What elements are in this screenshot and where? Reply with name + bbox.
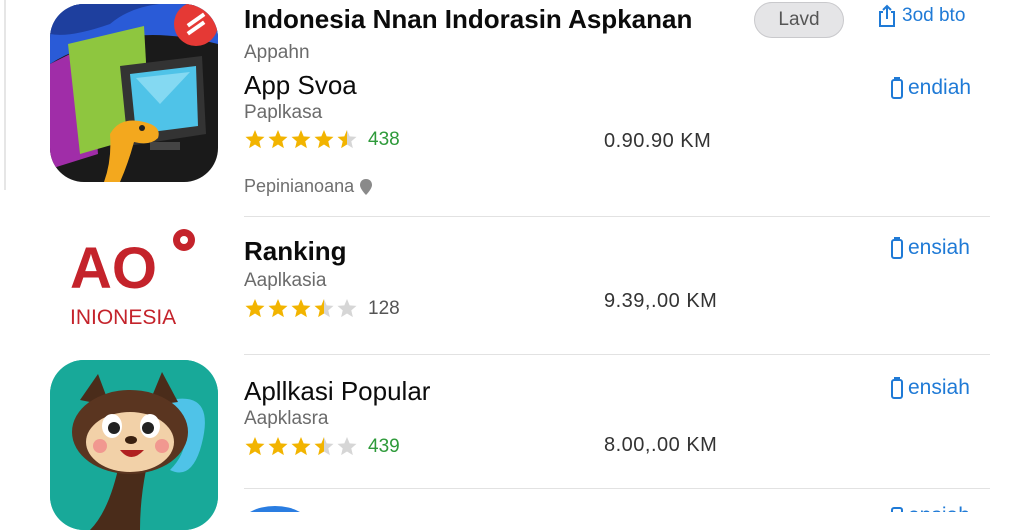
star-icon bbox=[268, 299, 288, 318]
rating-count: 128 bbox=[368, 298, 400, 319]
blue-app-icon[interactable] bbox=[240, 506, 310, 512]
get-button[interactable]: endiah bbox=[890, 76, 971, 100]
star-icon bbox=[314, 130, 334, 149]
row-divider bbox=[244, 488, 990, 489]
logo-subtext: INIONESIA bbox=[70, 306, 176, 329]
star-icon bbox=[291, 299, 311, 318]
logo-mark-text: AO bbox=[70, 236, 157, 301]
app-row-3[interactable]: Apllkasi Popular Aapklasra 439 8.00,.00 … bbox=[0, 356, 1024, 530]
rating-stars: 438 bbox=[244, 129, 400, 151]
rating-count: 439 bbox=[368, 436, 400, 457]
star-icon bbox=[337, 299, 357, 318]
app-price: 8.00,.00 KM bbox=[604, 434, 718, 456]
star-icon bbox=[291, 130, 311, 149]
row-divider bbox=[244, 216, 990, 217]
bag-icon bbox=[891, 377, 903, 399]
row-divider bbox=[244, 354, 990, 355]
page-title: Indonesia Nnan Indorasin Aspkanan bbox=[244, 4, 693, 34]
app-subtitle: Aaplkasia bbox=[244, 270, 327, 291]
app-title[interactable]: App Svoa bbox=[244, 70, 357, 101]
ao-indonesia-logo[interactable]: AO INIONESIA bbox=[60, 218, 210, 338]
star-icon bbox=[268, 130, 288, 149]
star-icon bbox=[337, 130, 357, 149]
get-button[interactable]: ensiah bbox=[890, 376, 970, 400]
app-subtitle-top: Appahn bbox=[244, 42, 310, 63]
app-price: 0.90.90 KM bbox=[604, 130, 712, 152]
get-button-label: ensiah bbox=[908, 504, 970, 512]
star-icon bbox=[245, 130, 265, 149]
developer-name: Pepinianoana bbox=[244, 176, 355, 196]
star-icon bbox=[291, 437, 311, 456]
app-subtitle: Aapklasra bbox=[244, 408, 329, 429]
share-label: 3od bto bbox=[902, 5, 966, 26]
app-title[interactable]: Apllkasi Popular bbox=[244, 376, 430, 407]
share-icon bbox=[879, 4, 895, 27]
star-rating-icons bbox=[245, 130, 357, 149]
star-icon bbox=[314, 299, 334, 318]
location-pin-icon bbox=[360, 178, 373, 195]
app-price: 9.39,.00 KM bbox=[604, 290, 718, 312]
star-icon bbox=[245, 299, 265, 318]
bag-icon bbox=[891, 507, 903, 512]
get-button[interactable]: ensiah bbox=[890, 504, 970, 512]
rating-stars: 439 bbox=[244, 436, 400, 458]
app-row-1[interactable]: Indonesia Nnan Indorasin Aspkanan Lavd 3… bbox=[0, 0, 1024, 214]
star-icon bbox=[337, 437, 357, 456]
rating-stars: 128 bbox=[244, 298, 400, 320]
app-row-4[interactable]: ensiah bbox=[0, 490, 1024, 512]
star-rating-icons bbox=[245, 437, 357, 456]
rating-count: 438 bbox=[368, 129, 400, 150]
filter-pill-button[interactable]: Lavd bbox=[754, 2, 844, 38]
get-button-label: endiah bbox=[908, 76, 972, 99]
get-button-label: ensiah bbox=[908, 376, 970, 399]
tv-monitor-app-icon[interactable] bbox=[50, 4, 218, 182]
share-action-button[interactable]: 3od bto bbox=[876, 4, 965, 28]
app-subtitle: Paplkasa bbox=[244, 102, 323, 123]
get-button-label: ensiah bbox=[908, 236, 970, 259]
app-row-2[interactable]: AO INIONESIA Ranking Aaplkasia 128 9.39,… bbox=[0, 218, 1024, 352]
bag-icon bbox=[891, 237, 903, 259]
star-rating-icons bbox=[245, 299, 357, 318]
bag-icon bbox=[891, 77, 903, 99]
star-icon bbox=[245, 437, 265, 456]
developer-row[interactable]: Pepinianoana bbox=[244, 176, 373, 197]
app-title[interactable]: Ranking bbox=[244, 236, 347, 267]
star-icon bbox=[314, 437, 334, 456]
star-icon bbox=[268, 437, 288, 456]
get-button[interactable]: ensiah bbox=[890, 236, 970, 260]
